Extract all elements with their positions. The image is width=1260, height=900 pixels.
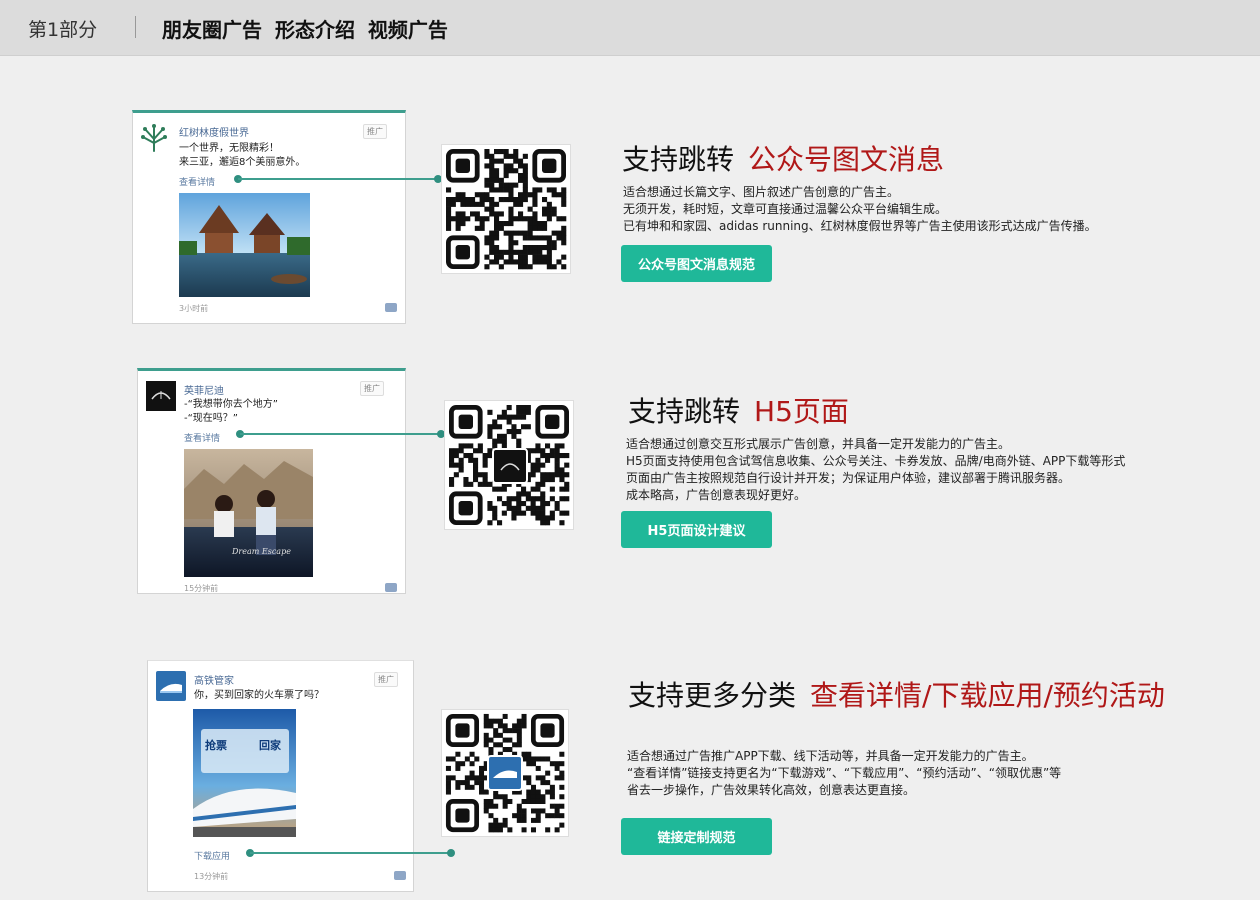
ad-text-line-2: 来三亚，邂逅8个美丽意外。 bbox=[179, 157, 306, 168]
view-details-link[interactable]: 查看详情 bbox=[179, 175, 215, 188]
heading-text: 支持跳转 bbox=[622, 143, 735, 176]
heading-highlight: H5页面 bbox=[754, 395, 849, 428]
ad-text-line-2: -“现在吗？” bbox=[184, 413, 238, 424]
comment-icon[interactable] bbox=[385, 583, 397, 592]
post-time: 15分钟前 bbox=[184, 584, 219, 593]
promo-tag[interactable]: 推广 bbox=[363, 124, 387, 139]
resort-photo[interactable] bbox=[179, 193, 310, 297]
desc-line: “查看详情”链接支持更名为“下载游戏”、“下载应用”、“预约活动”、“领取优惠”… bbox=[627, 766, 1062, 780]
leader-line bbox=[238, 178, 438, 180]
account-name[interactable]: 高铁管家 bbox=[194, 672, 234, 687]
account-name[interactable]: 红树林度假世界 bbox=[179, 124, 249, 139]
infiniti-logo-icon bbox=[146, 381, 176, 411]
desc-line: 无须开发，耗时短，文章可直接通过温馨公众平台编辑生成。 bbox=[623, 202, 948, 216]
section-heading-2: 支持跳转 H5页面 bbox=[628, 390, 849, 430]
couple-car-photo[interactable]: Dream Escape bbox=[184, 449, 313, 577]
comment-icon[interactable] bbox=[385, 303, 397, 312]
spec-button-2[interactable]: H5页面设计建议 bbox=[621, 511, 772, 548]
qr-center-logo-icon bbox=[492, 448, 528, 484]
ad-text-line-1: 一个世界，无限精彩！ bbox=[179, 143, 279, 154]
section-desc-1: 适合想通过长篇文字、图片叙述广告创意的广告主。 无须开发，耗时短，文章可直接通过… bbox=[623, 184, 1097, 235]
spec-button-3[interactable]: 链接定制规范 bbox=[621, 818, 772, 855]
download-app-link[interactable]: 下载应用 bbox=[194, 849, 230, 862]
poster-text-1: 抢票 bbox=[205, 739, 227, 752]
section-desc-2: 适合想通过创意交互形式展示广告创意，并具备一定开发能力的广告主。 H5页面支持使… bbox=[626, 436, 1125, 504]
desc-line: 适合想通过广告推广APP下载、线下活动等，并具备一定开发能力的广告主。 bbox=[627, 749, 1034, 763]
desc-line: 省去一步操作，广告效果转化高效，创意表达更直接。 bbox=[627, 783, 916, 797]
desc-line: 已有坤和和家园、adidas running、红树林度假世界等广告主使用该形式达… bbox=[623, 219, 1097, 233]
top-bar: 第1部分 朋友圈广告 形态介绍 视频广告 bbox=[0, 0, 1260, 56]
ad-card-infiniti: 英菲尼迪 推广 -“我想带你去个地方” -“现在吗？” 查看详情 Dream E… bbox=[137, 368, 406, 594]
ad-card-mangrove: 红树林度假世界 推广 一个世界，无限精彩！ 来三亚，邂逅8个美丽意外。 查看详情 bbox=[132, 110, 406, 324]
heading-highlight: 公众号图文消息 bbox=[748, 143, 945, 176]
photo-caption: Dream Escape bbox=[232, 547, 291, 556]
page-title: 朋友圈广告 形态介绍 视频广告 bbox=[162, 18, 448, 42]
qr-code-1 bbox=[441, 144, 571, 274]
view-details-link[interactable]: 查看详情 bbox=[184, 431, 220, 444]
header-divider bbox=[135, 16, 136, 38]
desc-line: 适合想通过长篇文字、图片叙述广告创意的广告主。 bbox=[623, 185, 900, 199]
promo-tag[interactable]: 推广 bbox=[374, 672, 398, 687]
qr-code-3 bbox=[441, 709, 569, 837]
ad-card-gaotie: 高铁管家 推广 你，买到回家的火车票了吗？ 抢票 回家 下载应用 13分钟前 bbox=[147, 660, 414, 892]
leader-line bbox=[250, 852, 450, 854]
desc-line: 适合想通过创意交互形式展示广告创意，并具备一定开发能力的广告主。 bbox=[626, 437, 1011, 451]
train-poster[interactable]: 抢票 回家 bbox=[193, 709, 296, 837]
heading-highlight: 查看详情/下载应用/预约活动 bbox=[810, 679, 1165, 712]
leader-dot-end bbox=[447, 849, 455, 857]
qr-code-2 bbox=[444, 400, 574, 530]
spec-button-1[interactable]: 公众号图文消息规范 bbox=[621, 245, 772, 282]
desc-line: 成本略高，广告创意表现好更好。 bbox=[626, 488, 807, 502]
section-heading-3: 支持更多分类 查看详情/下载应用/预约活动 bbox=[628, 674, 1165, 714]
section-desc-3: 适合想通过广告推广APP下载、线下活动等，并具备一定开发能力的广告主。 “查看详… bbox=[627, 748, 1061, 799]
train-logo-icon bbox=[156, 671, 186, 701]
ad-text-line-1: 你，买到回家的火车票了吗？ bbox=[194, 690, 324, 701]
ad-text-line-1: -“我想带你去个地方” bbox=[184, 399, 278, 410]
promo-tag[interactable]: 推广 bbox=[360, 381, 384, 396]
heading-text: 支持跳转 bbox=[628, 395, 741, 428]
heading-text: 支持更多分类 bbox=[628, 679, 797, 712]
section-heading-1: 支持跳转 公众号图文消息 bbox=[622, 138, 944, 178]
leader-line bbox=[240, 433, 440, 435]
desc-line: 页面由广告主按照规范自行设计并开发；为保证用户体验，建议部署于腾讯服务器。 bbox=[626, 471, 1071, 485]
section-number: 第1部分 bbox=[28, 19, 98, 41]
comment-icon[interactable] bbox=[394, 871, 406, 880]
poster-text-2: 回家 bbox=[259, 739, 281, 752]
desc-line: H5页面支持使用包含试驾信息收集、公众号关注、卡券发放、品牌/电商外链、APP下… bbox=[626, 454, 1126, 468]
post-time: 3小时前 bbox=[179, 304, 209, 313]
qr-center-logo-icon bbox=[487, 755, 523, 791]
tree-logo-icon bbox=[141, 124, 167, 152]
account-name[interactable]: 英菲尼迪 bbox=[184, 382, 224, 397]
post-time: 13分钟前 bbox=[194, 872, 229, 881]
